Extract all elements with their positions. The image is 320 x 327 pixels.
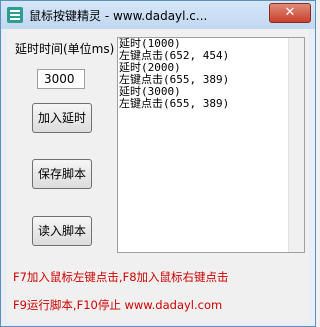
client-area: 延时时间(单位ms) 加入延时 保存脚本 读入脚本 延时(1000) 左键点击(… [7, 29, 309, 321]
hotkey-hint-line2: F9运行脚本,F10停止 www.dadayl.com [13, 298, 223, 312]
add-delay-button[interactable]: 加入延时 [32, 103, 92, 133]
delay-input[interactable] [37, 69, 85, 89]
app-window: 鼠标按键精灵 - www.dadayl.c... ✕ 延时时间(单位ms) 加入… [0, 0, 316, 327]
window-title: 鼠标按键精灵 - www.dadayl.c... [29, 9, 208, 23]
delay-label: 延时时间(单位ms) [15, 42, 115, 56]
script-log[interactable]: 延时(1000) 左键点击(652, 454) 延时(2000) 左键点击(65… [117, 37, 305, 253]
hotkey-hint-line1: F7加入鼠标左键点击,F8加入鼠标右键点击 [13, 270, 229, 284]
close-button[interactable]: ✕ [269, 3, 311, 23]
save-script-button[interactable]: 保存脚本 [32, 159, 92, 189]
title-bar[interactable]: 鼠标按键精灵 - www.dadayl.c... ✕ [1, 1, 315, 29]
log-line: 左键点击(655, 389) [119, 97, 230, 110]
load-script-button[interactable]: 读入脚本 [32, 216, 92, 246]
app-icon [7, 7, 23, 23]
vertical-scrollbar[interactable] [288, 38, 304, 252]
